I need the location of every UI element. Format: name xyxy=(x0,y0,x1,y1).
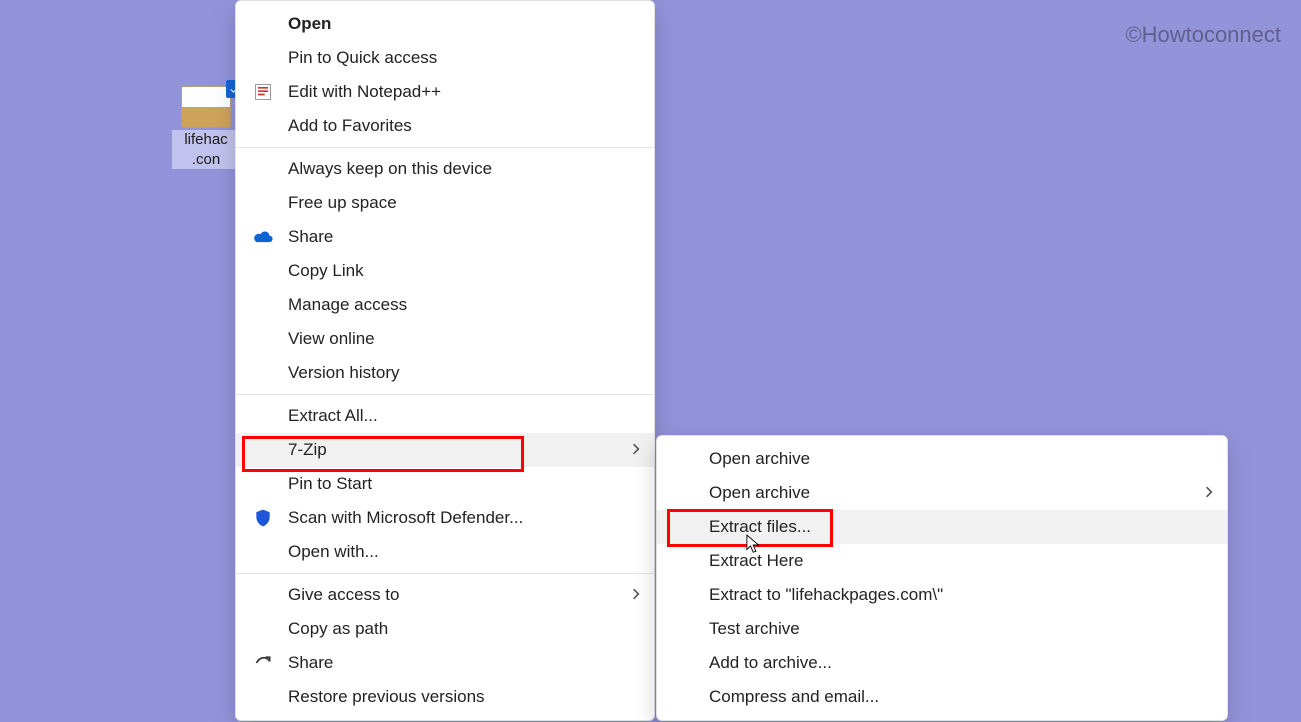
chevron-right-icon xyxy=(1205,485,1213,501)
menu-open[interactable]: Open xyxy=(236,7,654,41)
submenu-extract-here[interactable]: Extract Here xyxy=(657,544,1227,578)
menu-give-access-label: Give access to xyxy=(288,585,400,605)
submenu-7zip: Open archive Open archive Extract files.… xyxy=(656,435,1228,721)
submenu-open-archive-more-label: Open archive xyxy=(709,483,810,503)
menu-copy-link-label: Copy Link xyxy=(288,261,364,281)
separator xyxy=(236,573,654,574)
notepad-icon xyxy=(252,81,274,103)
menu-always-keep-label: Always keep on this device xyxy=(288,159,492,179)
menu-restore-versions[interactable]: Restore previous versions xyxy=(236,680,654,714)
menu-manage-access-label: Manage access xyxy=(288,295,407,315)
menu-add-favorites[interactable]: Add to Favorites xyxy=(236,109,654,143)
menu-edit-notepad[interactable]: Edit with Notepad++ xyxy=(236,75,654,109)
submenu-extract-files[interactable]: Extract files... xyxy=(657,510,1227,544)
separator xyxy=(236,394,654,395)
submenu-extract-to[interactable]: Extract to "lifehackpages.com\" xyxy=(657,578,1227,612)
menu-share-cloud[interactable]: Share xyxy=(236,220,654,254)
menu-pin-quick-access[interactable]: Pin to Quick access xyxy=(236,41,654,75)
menu-manage-access[interactable]: Manage access xyxy=(236,288,654,322)
menu-always-keep[interactable]: Always keep on this device xyxy=(236,152,654,186)
submenu-open-archive-label: Open archive xyxy=(709,449,810,469)
menu-add-favorites-label: Add to Favorites xyxy=(288,116,412,136)
file-thumbnail-icon xyxy=(181,86,231,128)
menu-extract-all[interactable]: Extract All... xyxy=(236,399,654,433)
menu-pin-start-label: Pin to Start xyxy=(288,474,372,494)
menu-7zip[interactable]: 7-Zip xyxy=(236,433,654,467)
submenu-compress-email[interactable]: Compress and email... xyxy=(657,680,1227,714)
menu-free-up-label: Free up space xyxy=(288,193,397,213)
context-menu: Open Pin to Quick access Edit with Notep… xyxy=(235,0,655,721)
menu-view-online-label: View online xyxy=(288,329,375,349)
chevron-right-icon xyxy=(632,442,640,458)
menu-open-label: Open xyxy=(288,14,331,34)
menu-pin-quick-label: Pin to Quick access xyxy=(288,48,437,68)
menu-7zip-label: 7-Zip xyxy=(288,440,327,460)
menu-restore-versions-label: Restore previous versions xyxy=(288,687,485,707)
watermark-text: ©Howtoconnect xyxy=(1125,22,1281,48)
file-label-line2: .con xyxy=(172,150,240,170)
menu-copy-path-label: Copy as path xyxy=(288,619,388,639)
submenu-open-archive-more[interactable]: Open archive xyxy=(657,476,1227,510)
cloud-icon xyxy=(252,226,274,248)
submenu-test-archive[interactable]: Test archive xyxy=(657,612,1227,646)
menu-copy-link[interactable]: Copy Link xyxy=(236,254,654,288)
menu-free-up[interactable]: Free up space xyxy=(236,186,654,220)
menu-give-access[interactable]: Give access to xyxy=(236,578,654,612)
menu-open-with[interactable]: Open with... xyxy=(236,535,654,569)
menu-share-label: Share xyxy=(288,653,333,673)
menu-extract-all-label: Extract All... xyxy=(288,406,378,426)
submenu-open-archive[interactable]: Open archive xyxy=(657,442,1227,476)
menu-scan-defender[interactable]: Scan with Microsoft Defender... xyxy=(236,501,654,535)
submenu-compress-email-label: Compress and email... xyxy=(709,687,879,707)
chevron-right-icon xyxy=(632,587,640,603)
separator xyxy=(236,147,654,148)
menu-version-history-label: Version history xyxy=(288,363,400,383)
submenu-test-archive-label: Test archive xyxy=(709,619,800,639)
submenu-extract-here-label: Extract Here xyxy=(709,551,803,571)
submenu-add-to-archive-label: Add to archive... xyxy=(709,653,832,673)
menu-scan-defender-label: Scan with Microsoft Defender... xyxy=(288,508,523,528)
desktop-file[interactable]: lifehac .con xyxy=(172,80,240,169)
submenu-extract-files-label: Extract files... xyxy=(709,517,811,537)
menu-copy-path[interactable]: Copy as path xyxy=(236,612,654,646)
submenu-add-to-archive[interactable]: Add to archive... xyxy=(657,646,1227,680)
submenu-extract-to-label: Extract to "lifehackpages.com\" xyxy=(709,585,943,605)
menu-pin-start[interactable]: Pin to Start xyxy=(236,467,654,501)
share-icon xyxy=(252,652,274,674)
menu-version-history[interactable]: Version history xyxy=(236,356,654,390)
menu-view-online[interactable]: View online xyxy=(236,322,654,356)
menu-share[interactable]: Share xyxy=(236,646,654,680)
shield-icon xyxy=(252,507,274,529)
menu-open-with-label: Open with... xyxy=(288,542,379,562)
menu-share-cloud-label: Share xyxy=(288,227,333,247)
menu-edit-notepad-label: Edit with Notepad++ xyxy=(288,82,441,102)
file-label-line1: lifehac xyxy=(172,130,240,150)
